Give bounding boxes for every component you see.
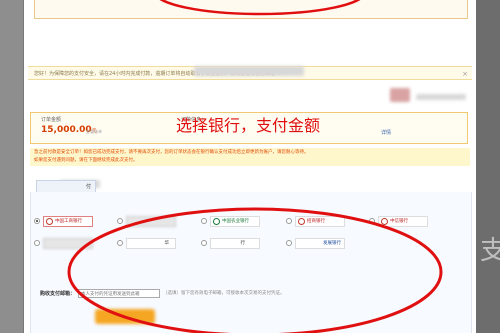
annotation-caption: 选择银行，支付金额 <box>176 116 321 135</box>
highlight-ellipse-top <box>159 0 361 16</box>
annotation-overlay <box>67 0 443 333</box>
highlight-ellipse-banks <box>67 207 443 333</box>
